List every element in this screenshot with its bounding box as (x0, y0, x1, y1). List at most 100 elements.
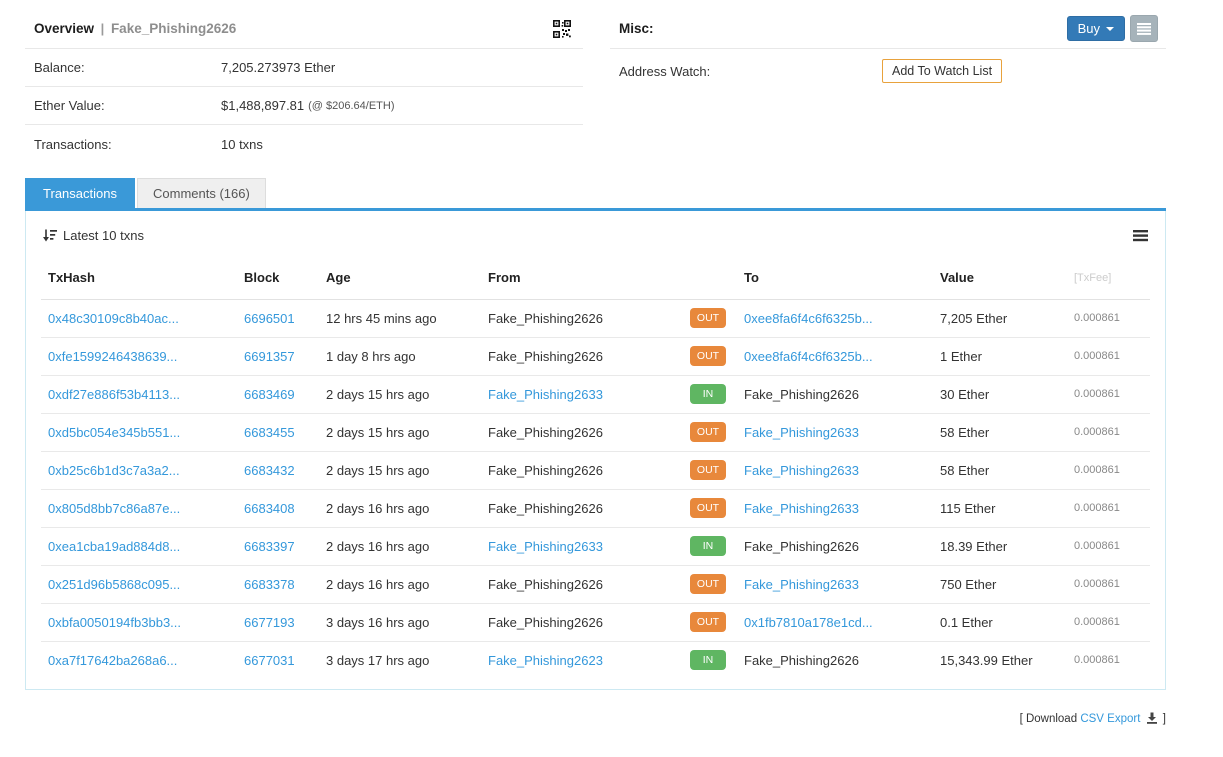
tx-row: 0xfe1599246438639... 6691357 1 day 8 hrs a… (41, 337, 1150, 376)
overview-title: Overview | Fake_Phishing2626 (34, 21, 236, 36)
direction-badge: OUT (690, 422, 726, 442)
to-address-link[interactable]: Fake_Phishing2633 (744, 425, 859, 440)
value-text: 15,343.99 Ether (940, 652, 1033, 668)
txfee-text: 0.000861 (1074, 502, 1120, 514)
table-header-row: TxHash Block Age From To Value [TxFee] (41, 257, 1150, 300)
tx-row: 0x251d96b5868c095... 6683378 2 days 16 hrs… (41, 565, 1150, 604)
buy-button-label: Buy (1077, 21, 1100, 36)
from-address-text: Fake_Phishing2626 (488, 310, 603, 326)
block-link[interactable]: 6677193 (244, 615, 295, 630)
txfee-text: 0.000861 (1074, 388, 1120, 400)
tx-row: 0x48c30109c8b40ac... 6696501 12 hrs 45 min… (41, 299, 1150, 338)
block-link[interactable]: 6683469 (244, 387, 295, 402)
buy-button[interactable]: Buy (1066, 16, 1125, 41)
txhash-link[interactable]: 0xea1cba19ad884d8... (48, 539, 180, 554)
address-watch-label: Address Watch: (619, 63, 711, 79)
direction-badge: OUT (690, 460, 726, 480)
tab-bar: Transactions Comments (166) (25, 178, 1166, 211)
add-to-watch-list-button[interactable]: Add To Watch List (882, 59, 1003, 83)
tx-row: 0xbfa0050194fb3bb3... 6677193 3 days 16 hr… (41, 603, 1150, 642)
txhash-link[interactable]: 0x251d96b5868c095... (48, 577, 180, 592)
to-address-link[interactable]: Fake_Phishing2633 (744, 463, 859, 478)
caret-down-icon (1106, 26, 1114, 31)
to-address-text: Fake_Phishing2626 (744, 538, 859, 554)
to-address-link[interactable]: 0x1fb7810a178e1cd... (744, 615, 873, 630)
transactions-toolbar: Latest 10 txns (41, 211, 1150, 257)
download-prefix: [ Download (1019, 713, 1078, 725)
block-link[interactable]: 6691357 (244, 349, 295, 364)
direction-badge: OUT (690, 498, 726, 518)
age-text: 2 days 16 hrs ago (326, 576, 430, 592)
block-link[interactable]: 6683455 (244, 425, 295, 440)
txfee-text: 0.000861 (1074, 312, 1120, 324)
to-address-text: Fake_Phishing2626 (744, 652, 859, 668)
tab-transactions[interactable]: Transactions (25, 178, 135, 208)
table-menu-button[interactable] (1133, 229, 1148, 242)
block-link[interactable]: 6683378 (244, 577, 295, 592)
direction-badge: OUT (690, 574, 726, 594)
value-text: 115 Ether (940, 500, 996, 516)
tx-row: 0xb25c6b1d3c7a3a2... 6683432 2 days 15 hrs… (41, 451, 1150, 490)
transactions-label: Transactions: (34, 136, 112, 152)
top-section: Overview | Fake_Phishing2626 Balance: 7,… (25, 13, 1216, 163)
column-header-direction (679, 257, 737, 300)
misc-panel: Misc: Buy Address Watch: Add To Watch Li… (610, 13, 1166, 163)
misc-label: Misc: (619, 21, 654, 36)
qr-code-icon[interactable] (553, 19, 571, 38)
age-text: 2 days 15 hrs ago (326, 386, 430, 402)
to-address-link[interactable]: Fake_Phishing2633 (744, 577, 859, 592)
from-address-link[interactable]: Fake_Phishing2623 (488, 653, 603, 668)
to-address-link[interactable]: Fake_Phishing2633 (744, 501, 859, 516)
overview-panel: Overview | Fake_Phishing2626 Balance: 7,… (25, 13, 583, 163)
balance-row: Balance: 7,205.273973 Ether (25, 49, 583, 87)
block-link[interactable]: 6696501 (244, 311, 295, 326)
overview-title-row: Overview | Fake_Phishing2626 (25, 13, 583, 49)
value-text: 1 Ether (940, 348, 982, 364)
tab-comments[interactable]: Comments (166) (137, 178, 266, 208)
txhash-link[interactable]: 0xa7f17642ba268a6... (48, 653, 177, 668)
value-text: 0.1 Ether (940, 614, 993, 630)
txhash-link[interactable]: 0xdf27e886f53b4113... (48, 387, 180, 402)
block-link[interactable]: 6683432 (244, 463, 295, 478)
column-header-value: Value (933, 257, 1067, 300)
from-address-text: Fake_Phishing2626 (488, 424, 603, 440)
block-link[interactable]: 6683397 (244, 539, 295, 554)
balance-value: 7,205.273973 Ether (221, 60, 336, 75)
column-header-to: To (737, 257, 933, 300)
direction-badge: IN (690, 384, 726, 404)
txhash-link[interactable]: 0xbfa0050194fb3bb3... (48, 615, 181, 630)
txfee-text: 0.000861 (1074, 540, 1120, 552)
value-text: 30 Ether (940, 386, 990, 402)
age-text: 2 days 16 hrs ago (326, 500, 430, 516)
ether-rate-note: (@ $206.64/ETH) (308, 99, 395, 112)
from-address-text: Fake_Phishing2626 (488, 500, 603, 516)
address-overview-page: Overview | Fake_Phishing2626 Balance: 7,… (25, 0, 1216, 727)
from-address-text: Fake_Phishing2626 (488, 462, 603, 478)
block-link[interactable]: 6683408 (244, 501, 295, 516)
age-text: 2 days 16 hrs ago (326, 538, 430, 554)
txhash-link[interactable]: 0x805d8bb7c86a87e... (48, 501, 180, 516)
tx-row: 0xea1cba19ad884d8... 6683397 2 days 16 hrs… (41, 527, 1150, 566)
download-icon[interactable] (1146, 712, 1161, 727)
address-name: Fake_Phishing2626 (110, 21, 237, 36)
from-address-link[interactable]: Fake_Phishing2633 (488, 539, 603, 554)
block-link[interactable]: 6677031 (244, 653, 295, 668)
hamburger-menu-icon (1133, 229, 1148, 241)
age-text: 12 hrs 45 mins ago (326, 310, 437, 326)
txhash-link[interactable]: 0x48c30109c8b40ac... (48, 311, 179, 326)
txhash-link[interactable]: 0xfe1599246438639... (48, 349, 177, 364)
age-text: 2 days 15 hrs ago (326, 424, 430, 440)
txhash-link[interactable]: 0xb25c6b1d3c7a3a2... (48, 463, 180, 478)
misc-menu-button[interactable] (1130, 15, 1158, 42)
title-separator: | (100, 21, 105, 36)
to-address-text: Fake_Phishing2626 (744, 386, 859, 402)
tx-row: 0xdf27e886f53b4113... 6683469 2 days 15 hr… (41, 375, 1150, 414)
to-address-link[interactable]: 0xee8fa6f4c6f6325b... (744, 349, 873, 364)
column-header-txfee: [TxFee] (1067, 257, 1150, 300)
to-address-link[interactable]: 0xee8fa6f4c6f6325b... (744, 311, 873, 326)
txhash-link[interactable]: 0xd5bc054e345b551... (48, 425, 180, 440)
from-address-text: Fake_Phishing2626 (488, 348, 603, 364)
age-text: 3 days 17 hrs ago (326, 652, 430, 668)
from-address-link[interactable]: Fake_Phishing2633 (488, 387, 603, 402)
csv-export-link[interactable]: CSV Export (1080, 713, 1140, 725)
